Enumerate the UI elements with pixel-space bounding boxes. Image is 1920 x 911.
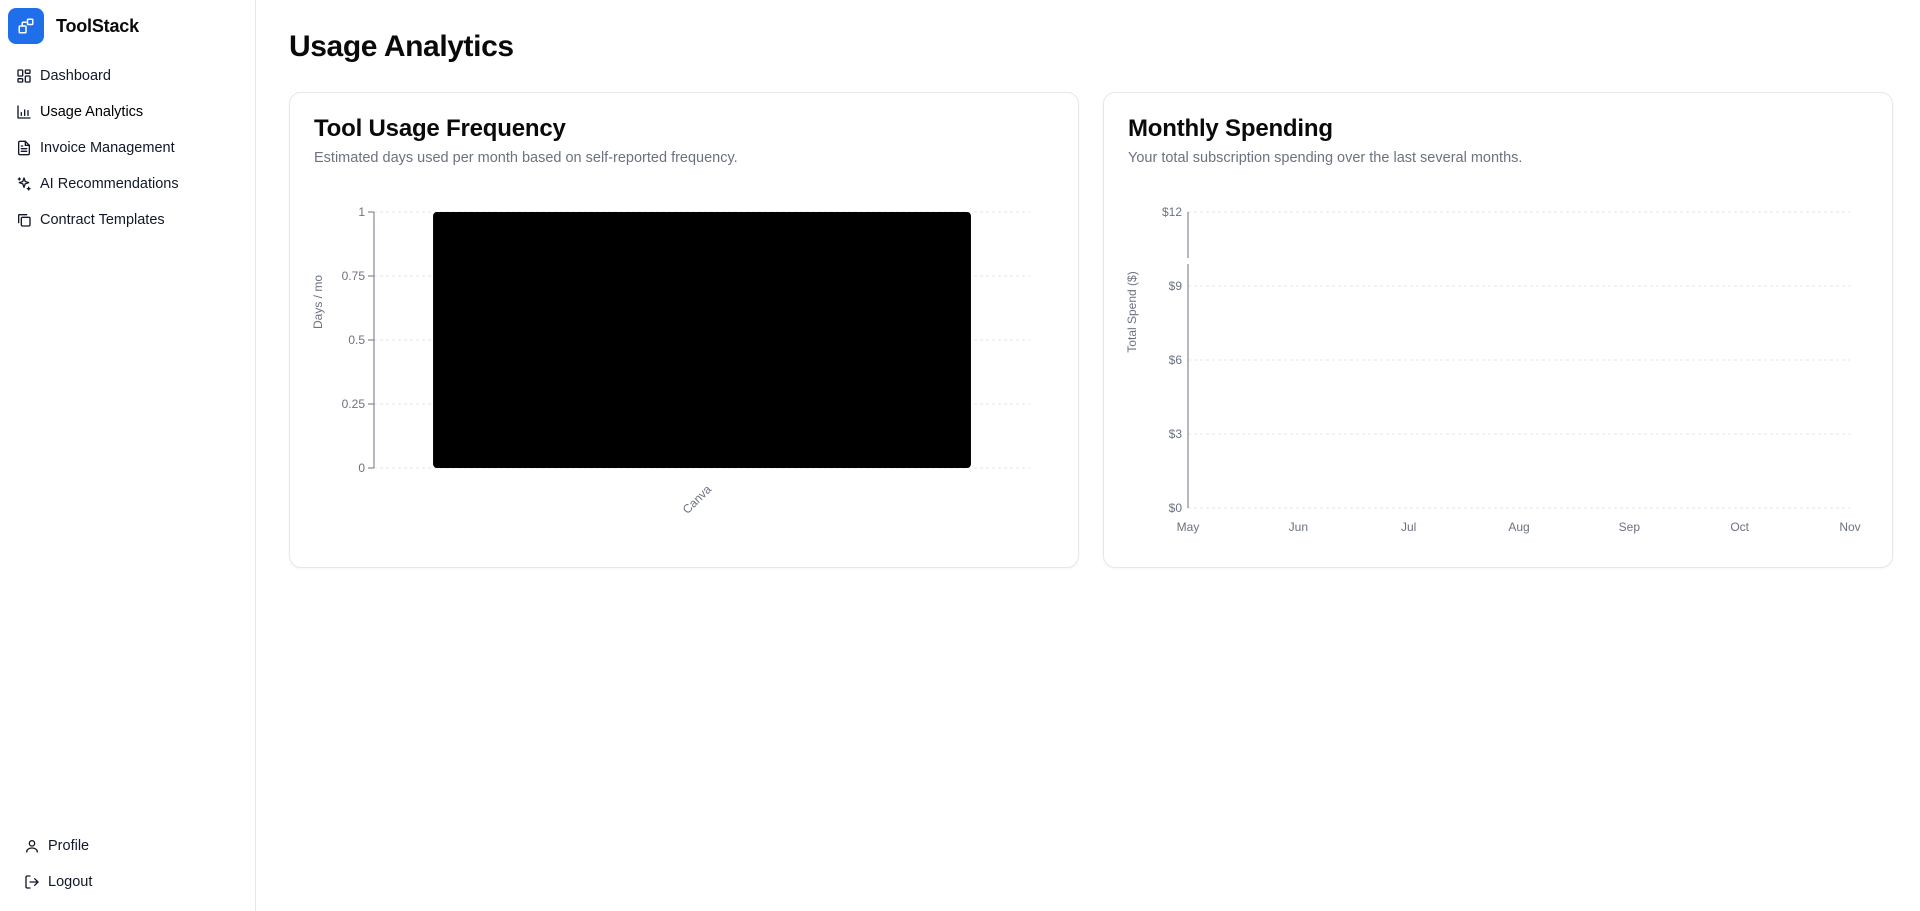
sidebar-item-contract-templates[interactable]: Contract Templates: [8, 202, 248, 238]
y-axis-title: Days / mo: [311, 275, 325, 329]
sidebar-item-ai-recommendations[interactable]: AI Recommendations: [8, 166, 248, 202]
sidebar-item-usage-analytics[interactable]: Usage Analytics: [8, 94, 248, 130]
sidebar-item-invoice-management[interactable]: Invoice Management: [8, 130, 248, 166]
app-logo-icon: [8, 8, 44, 44]
y-tick-label: $3: [1169, 427, 1183, 441]
brand[interactable]: ToolStack: [8, 8, 139, 44]
x-tick-label: Jul: [1401, 520, 1416, 534]
y-axis-title: Total Spend ($): [1125, 271, 1139, 352]
sidebar-item-label: Usage Analytics: [40, 104, 144, 120]
x-tick-label: Jun: [1289, 520, 1308, 534]
x-tick-label: Nov: [1839, 520, 1860, 534]
sidebar: ToolStack Dashboard Usage Analytics Invo…: [0, 0, 256, 911]
usage-frequency-chart: 0 0.25 0.5 0.75 1 Days / mo Canva: [311, 205, 1030, 517]
sidebar-item-label: Profile: [48, 838, 90, 854]
x-tick-label: May: [1177, 520, 1200, 534]
sidebar-item-label: Invoice Management: [40, 140, 175, 156]
x-tick-label: Oct: [1730, 520, 1749, 534]
x-tick-label: Aug: [1508, 520, 1529, 534]
logout-icon: [24, 874, 40, 890]
monthly-spending-card: Monthly Spending Your total subscription…: [1103, 92, 1893, 568]
y-tick-label: 0.75: [342, 269, 366, 283]
sidebar-item-label: Logout: [48, 874, 93, 890]
y-tick-label: $12: [1162, 205, 1182, 219]
file-text-icon: [16, 140, 32, 156]
y-tick-label: $0: [1169, 501, 1183, 515]
y-tick-label: 1: [358, 205, 365, 219]
page-title: Usage Analytics: [289, 30, 514, 63]
sidebar-item-label: Contract Templates: [40, 212, 165, 228]
bar-canva: [433, 212, 971, 468]
y-tick-label: 0.5: [348, 333, 365, 347]
sidebar-item-profile[interactable]: Profile: [16, 828, 240, 864]
copy-icon: [16, 212, 32, 228]
user-icon: [24, 838, 40, 854]
sidebar-item-label: AI Recommendations: [40, 176, 179, 192]
monthly-spending-chart: $0 $3 $6 $9 $12 Total Spend ($) May Jun Jul Aug Se…: [1125, 205, 1861, 534]
main-content: Usage Analytics Tool Usage Frequency Est…: [257, 0, 1920, 911]
sidebar-item-logout[interactable]: Logout: [16, 864, 240, 900]
y-tick-label: 0: [358, 461, 365, 475]
usage-frequency-card: Tool Usage Frequency Estimated days used…: [289, 92, 1079, 568]
dashboard-icon: [16, 68, 32, 84]
app-name: ToolStack: [56, 15, 139, 36]
y-tick-label: $6: [1169, 353, 1183, 367]
sidebar-item-label: Dashboard: [40, 68, 111, 84]
sparkles-icon: [16, 176, 32, 192]
sidebar-bottom-nav: Profile Logout: [16, 828, 240, 900]
sidebar-nav: Dashboard Usage Analytics Invoice Manage…: [8, 58, 248, 238]
sidebar-item-dashboard[interactable]: Dashboard: [8, 58, 248, 94]
y-tick-label: 0.25: [342, 397, 366, 411]
bar-chart-icon: [16, 104, 32, 120]
x-tick-label: Sep: [1619, 520, 1641, 534]
x-tick-label: Canva: [680, 482, 715, 517]
y-tick-label: $9: [1169, 279, 1183, 293]
